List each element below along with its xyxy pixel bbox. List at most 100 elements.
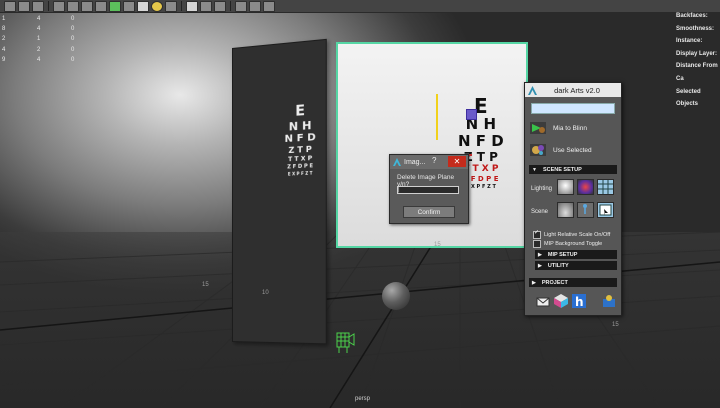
grid-label: 15 (612, 322, 619, 328)
scale-icon[interactable] (81, 0, 93, 12)
move-manipulator-handle[interactable] (466, 109, 477, 120)
grid-icon[interactable] (109, 0, 121, 12)
hud-row: 210 (2, 36, 75, 43)
smooth-icon[interactable] (137, 0, 149, 12)
mip-setup-label: MIP SETUP (547, 251, 578, 258)
mia-to-blinn-label: Mia to Blinn (553, 124, 587, 132)
eye-chart-board-back[interactable]: E N H N F D Z T P T T X P Z F D P E E X … (232, 38, 327, 345)
grid-label: 10 (262, 290, 269, 296)
search-input[interactable] (531, 103, 615, 114)
hdri-button[interactable] (577, 179, 594, 195)
project-label: PROJECT (541, 279, 568, 286)
mip-setup-header[interactable]: ▶ MIP SETUP (535, 250, 617, 259)
camera-setup-button[interactable] (577, 202, 594, 218)
svg-text:h: h (575, 295, 584, 309)
poly-count-hud: 140 840 210 420 940 (2, 14, 74, 65)
maya-logo-icon (528, 85, 537, 95)
confirm-text-field[interactable] (397, 186, 459, 194)
paint-icon[interactable] (32, 0, 44, 12)
grid-label: 15 (202, 282, 209, 288)
arrow-shader-icon (530, 122, 546, 134)
light-icon[interactable] (151, 0, 163, 12)
expand-arrow-icon: ▶ (532, 279, 536, 286)
help-icon[interactable]: ? (432, 156, 436, 165)
shadow-icon[interactable] (165, 0, 177, 12)
collapse-arrow-icon: ▼ (532, 166, 537, 173)
resolution-gate-icon[interactable] (235, 0, 247, 12)
render-icon[interactable] (214, 0, 226, 12)
hud-row: 420 (2, 46, 75, 53)
eye-chart-left-text: E N H N F D Z T P T T X P Z F D P E E X … (284, 102, 316, 177)
dialog-title: Imag... (404, 158, 426, 166)
figure-icon (583, 204, 587, 214)
grid-icon (598, 180, 613, 194)
utility-header[interactable]: ▶ UTILITY (535, 261, 617, 270)
panel-titlebar[interactable]: dark Arts v2.0 (525, 83, 621, 97)
expand-arrow-icon: ▶ (538, 262, 542, 269)
mip-background-label: MIP Background Toggle (544, 241, 603, 247)
color-cube-icon[interactable] (553, 293, 569, 309)
hud-label: Instance: (676, 38, 703, 45)
selection-shader-icon (530, 144, 546, 156)
hud-label: Backfaces: (676, 13, 708, 19)
select-icon[interactable] (4, 0, 16, 12)
light-grid-button[interactable] (597, 179, 614, 195)
film-gate-icon[interactable] (249, 0, 261, 12)
camera-name-label: persp (355, 396, 371, 402)
xray-icon[interactable] (200, 0, 212, 12)
maya-logo-icon (393, 158, 401, 166)
rotate-icon[interactable] (67, 0, 79, 12)
move-manipulator-y-axis[interactable] (436, 94, 438, 140)
light-relative-scale-checkbox[interactable]: Light Relative Scale On/Off (533, 229, 611, 239)
chrome-sphere[interactable] (382, 282, 410, 310)
object-details-hud: Backfaces: Smoothness: Instance: Display… (676, 10, 720, 111)
dialog-titlebar[interactable]: Imag... ? ✕ (390, 155, 468, 169)
hud-row: 940 (2, 56, 75, 63)
grid-label: 15 (434, 242, 441, 248)
delete-image-plane-dialog: Imag... ? ✕ Delete Image Plane y/n? Conf… (389, 154, 469, 224)
hud-row: 840 (2, 26, 75, 33)
move-icon[interactable] (53, 0, 65, 12)
lasso-icon[interactable] (18, 0, 30, 12)
scene-label: Scene (531, 209, 549, 215)
use-selected-label: Use Selected (553, 146, 592, 154)
cyclorama-button[interactable] (557, 202, 574, 218)
image-plane-button[interactable] (597, 202, 614, 218)
use-selected-button[interactable]: Use Selected (529, 141, 617, 159)
hud-label: Smoothness: (676, 25, 715, 32)
panel-footer: h (529, 289, 617, 311)
mia-to-blinn-button[interactable]: Mia to Blinn (529, 119, 617, 137)
checkbox-box (533, 240, 541, 248)
camera-icon[interactable] (95, 0, 107, 12)
toolbar-separator (48, 1, 49, 11)
mail-icon[interactable] (535, 293, 551, 309)
confirm-button[interactable]: Confirm (403, 206, 455, 218)
camera-object-icon[interactable] (333, 327, 355, 355)
expand-arrow-icon: ▶ (538, 251, 542, 258)
isolate-icon[interactable] (186, 0, 198, 12)
hud-label: Display Layer: (676, 50, 718, 57)
help-h-icon[interactable]: h (571, 293, 587, 309)
project-header[interactable]: ▶ PROJECT (529, 278, 617, 287)
checkbox-box (533, 229, 541, 239)
render-icon[interactable] (601, 293, 617, 309)
panel-title: dark Arts v2.0 (554, 85, 600, 95)
light-rig-button[interactable] (557, 179, 574, 195)
wireframe-icon[interactable] (123, 0, 135, 12)
toolbar-separator (230, 1, 231, 11)
toolbar-separator (181, 1, 182, 11)
scene-setup-label: SCENE SETUP (542, 166, 582, 173)
hud-label: Selected Objects (676, 88, 701, 108)
hud-label: Distance From Ca (676, 63, 718, 82)
close-button[interactable]: ✕ (448, 156, 466, 167)
lighting-label: Lighting (531, 186, 553, 192)
hud-row: 140 (2, 16, 75, 22)
light-relative-scale-label: Light Relative Scale On/Off (544, 232, 611, 238)
utility-label: UTILITY (547, 262, 569, 269)
safe-area-icon[interactable] (263, 0, 275, 12)
scene-setup-header[interactable]: ▼ SCENE SETUP (529, 165, 617, 174)
mip-background-toggle-checkbox[interactable]: MIP Background Toggle (533, 240, 602, 248)
dark-arts-panel: dark Arts v2.0 Mia to Blinn Use Selected… (524, 82, 622, 316)
image-plane-icon (599, 204, 612, 216)
viewport-toolbar (0, 0, 720, 13)
